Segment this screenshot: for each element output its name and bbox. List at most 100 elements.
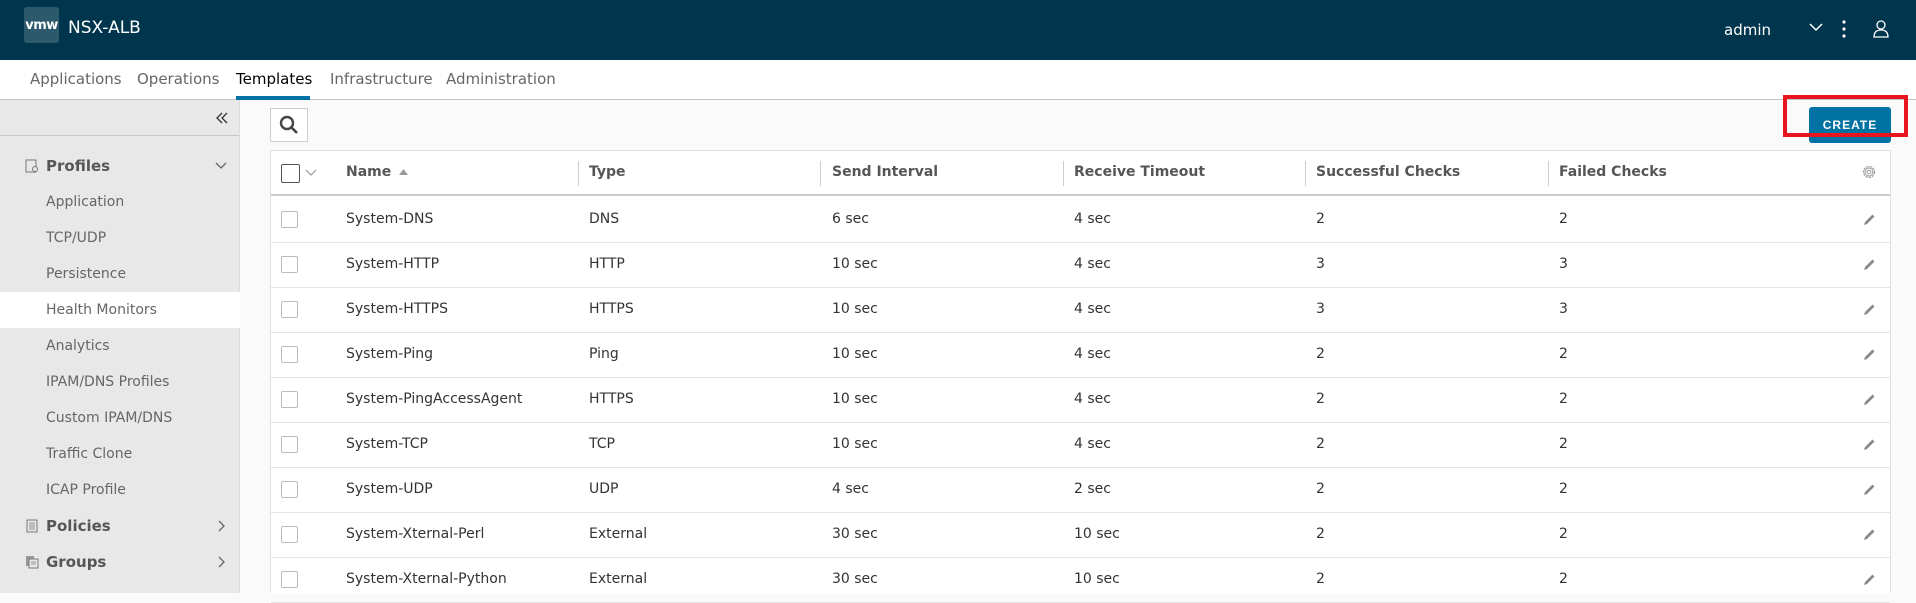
sidebar-item-health-monitors[interactable]: Health Monitors <box>0 292 240 328</box>
sidebar-section-groups[interactable]: Groups <box>0 544 240 580</box>
column-divider[interactable] <box>1063 161 1064 186</box>
cell-receive-timeout: 4 sec <box>1074 301 1111 317</box>
column-header-send-interval[interactable]: Send Interval <box>832 164 938 180</box>
cell-receive-timeout: 4 sec <box>1074 211 1111 227</box>
column-divider[interactable] <box>1305 161 1306 186</box>
cell-type: External <box>589 571 648 587</box>
table-row[interactable]: System-Ping Ping 10 sec 4 sec 2 2 <box>271 333 1890 378</box>
cell-failed-checks: 2 <box>1559 526 1568 542</box>
sidebar-item-custom-ipam-dns[interactable]: Custom IPAM/DNS <box>0 400 240 436</box>
cell-send-interval: 10 sec <box>832 301 878 317</box>
cell-send-interval: 4 sec <box>832 481 869 497</box>
cell-type: Ping <box>589 346 619 362</box>
column-divider[interactable] <box>1548 161 1549 186</box>
column-header-successful-checks[interactable]: Successful Checks <box>1316 164 1460 180</box>
cell-successful-checks: 2 <box>1316 346 1325 362</box>
cell-type: HTTP <box>589 256 625 272</box>
sidebar-item-persistence[interactable]: Persistence <box>0 256 240 292</box>
chevron-down-icon[interactable] <box>1808 19 1824 35</box>
pencil-edit-icon[interactable] <box>1861 392 1877 408</box>
cell-successful-checks: 3 <box>1316 301 1325 317</box>
vmware-logo: vmw <box>24 7 59 43</box>
sidebar-item-ipam-dns-profiles[interactable]: IPAM/DNS Profiles <box>0 364 240 400</box>
cell-receive-timeout: 4 sec <box>1074 391 1111 407</box>
cell-name[interactable]: System-PingAccessAgent <box>346 391 522 407</box>
chevron-down-icon[interactable] <box>305 168 317 178</box>
table-row[interactable]: System-UDP UDP 4 sec 2 sec 2 2 <box>271 468 1890 513</box>
tab-administration[interactable]: Administration <box>446 70 556 88</box>
table-row[interactable]: System-Xternal-Perl External 30 sec 10 sec 2… <box>271 513 1890 558</box>
cell-type: TCP <box>589 436 615 452</box>
cell-name[interactable]: System-HTTP <box>346 256 439 272</box>
sidebar-item-application[interactable]: Application <box>0 184 240 220</box>
pencil-edit-icon[interactable] <box>1861 527 1877 543</box>
row-checkbox[interactable] <box>281 301 298 318</box>
sidebar-item-tcp-udp[interactable]: TCP/UDP <box>0 220 240 256</box>
sidebar-item-icap-profile[interactable]: ICAP Profile <box>0 472 240 508</box>
cell-send-interval: 10 sec <box>832 346 878 362</box>
pencil-edit-icon[interactable] <box>1861 257 1877 273</box>
column-header-name[interactable]: Name <box>346 164 391 180</box>
cell-name[interactable]: System-Ping <box>346 346 433 362</box>
cell-name[interactable]: System-Xternal-Perl <box>346 526 484 542</box>
column-header-failed-checks[interactable]: Failed Checks <box>1559 164 1667 180</box>
column-divider[interactable] <box>578 161 579 186</box>
gear-icon[interactable] <box>1861 164 1877 180</box>
table-row[interactable]: System-DNS DNS 6 sec 4 sec 2 2 <box>271 198 1890 243</box>
cell-send-interval: 30 sec <box>832 526 878 542</box>
cell-name[interactable]: System-Xternal-Python <box>346 571 507 587</box>
row-checkbox[interactable] <box>281 346 298 363</box>
column-divider[interactable] <box>820 161 821 186</box>
table-row[interactable]: System-HTTPS HTTPS 10 sec 4 sec 3 3 <box>271 288 1890 333</box>
tab-operations[interactable]: Operations <box>137 70 219 88</box>
user-menu-name[interactable]: admin <box>1724 21 1771 39</box>
column-header-receive-timeout[interactable]: Receive Timeout <box>1074 164 1205 180</box>
sort-ascending-icon[interactable] <box>399 169 408 175</box>
pencil-edit-icon[interactable] <box>1861 572 1877 588</box>
table-row[interactable]: System-PingAccessAgent HTTPS 10 sec 4 sec 2 2 <box>271 378 1890 423</box>
app-title: NSX-ALB <box>68 18 141 38</box>
cell-successful-checks: 2 <box>1316 391 1325 407</box>
table-row[interactable]: System-TCP TCP 10 sec 4 sec 2 2 <box>271 423 1890 468</box>
row-checkbox[interactable] <box>281 571 298 588</box>
sidebar-collapse-row <box>0 100 239 136</box>
user-icon[interactable] <box>1872 19 1890 39</box>
cell-successful-checks: 2 <box>1316 211 1325 227</box>
pencil-edit-icon[interactable] <box>1861 347 1877 363</box>
cell-failed-checks: 3 <box>1559 301 1568 317</box>
row-checkbox[interactable] <box>281 481 298 498</box>
cell-failed-checks: 2 <box>1559 481 1568 497</box>
pencil-edit-icon[interactable] <box>1861 437 1877 453</box>
row-checkbox[interactable] <box>281 436 298 453</box>
row-checkbox[interactable] <box>281 211 298 228</box>
row-checkbox[interactable] <box>281 256 298 273</box>
search-button[interactable] <box>270 108 308 142</box>
create-button[interactable]: CREATE <box>1809 107 1891 143</box>
sidebar-item-analytics[interactable]: Analytics <box>0 328 240 364</box>
pencil-edit-icon[interactable] <box>1861 212 1877 228</box>
row-checkbox[interactable] <box>281 526 298 543</box>
sidebar-section-label: Groups <box>46 553 107 571</box>
cell-successful-checks: 2 <box>1316 436 1325 452</box>
tab-templates[interactable]: Templates <box>236 70 312 88</box>
cell-name[interactable]: System-HTTPS <box>346 301 448 317</box>
cell-name[interactable]: System-UDP <box>346 481 433 497</box>
table-row[interactable]: System-HTTP HTTP 10 sec 4 sec 3 3 <box>271 243 1890 288</box>
cell-successful-checks: 2 <box>1316 571 1325 587</box>
pencil-edit-icon[interactable] <box>1861 482 1877 498</box>
cell-name[interactable]: System-TCP <box>346 436 428 452</box>
sidebar-section-profiles[interactable]: Profiles <box>0 148 240 184</box>
sidebar-item-traffic-clone[interactable]: Traffic Clone <box>0 436 240 472</box>
cell-send-interval: 10 sec <box>832 391 878 407</box>
tab-infrastructure[interactable]: Infrastructure <box>330 70 433 88</box>
column-header-type[interactable]: Type <box>589 164 626 180</box>
select-all-checkbox[interactable] <box>281 164 300 183</box>
row-checkbox[interactable] <box>281 391 298 408</box>
more-vertical-icon[interactable] <box>1840 19 1848 39</box>
cell-name[interactable]: System-DNS <box>346 211 433 227</box>
table-row[interactable]: System-Xternal-Python External 30 sec 10 se… <box>271 558 1890 603</box>
double-chevron-left-icon[interactable] <box>214 110 230 126</box>
sidebar-section-policies[interactable]: Policies <box>0 508 240 544</box>
pencil-edit-icon[interactable] <box>1861 302 1877 318</box>
tab-applications[interactable]: Applications <box>30 70 122 88</box>
